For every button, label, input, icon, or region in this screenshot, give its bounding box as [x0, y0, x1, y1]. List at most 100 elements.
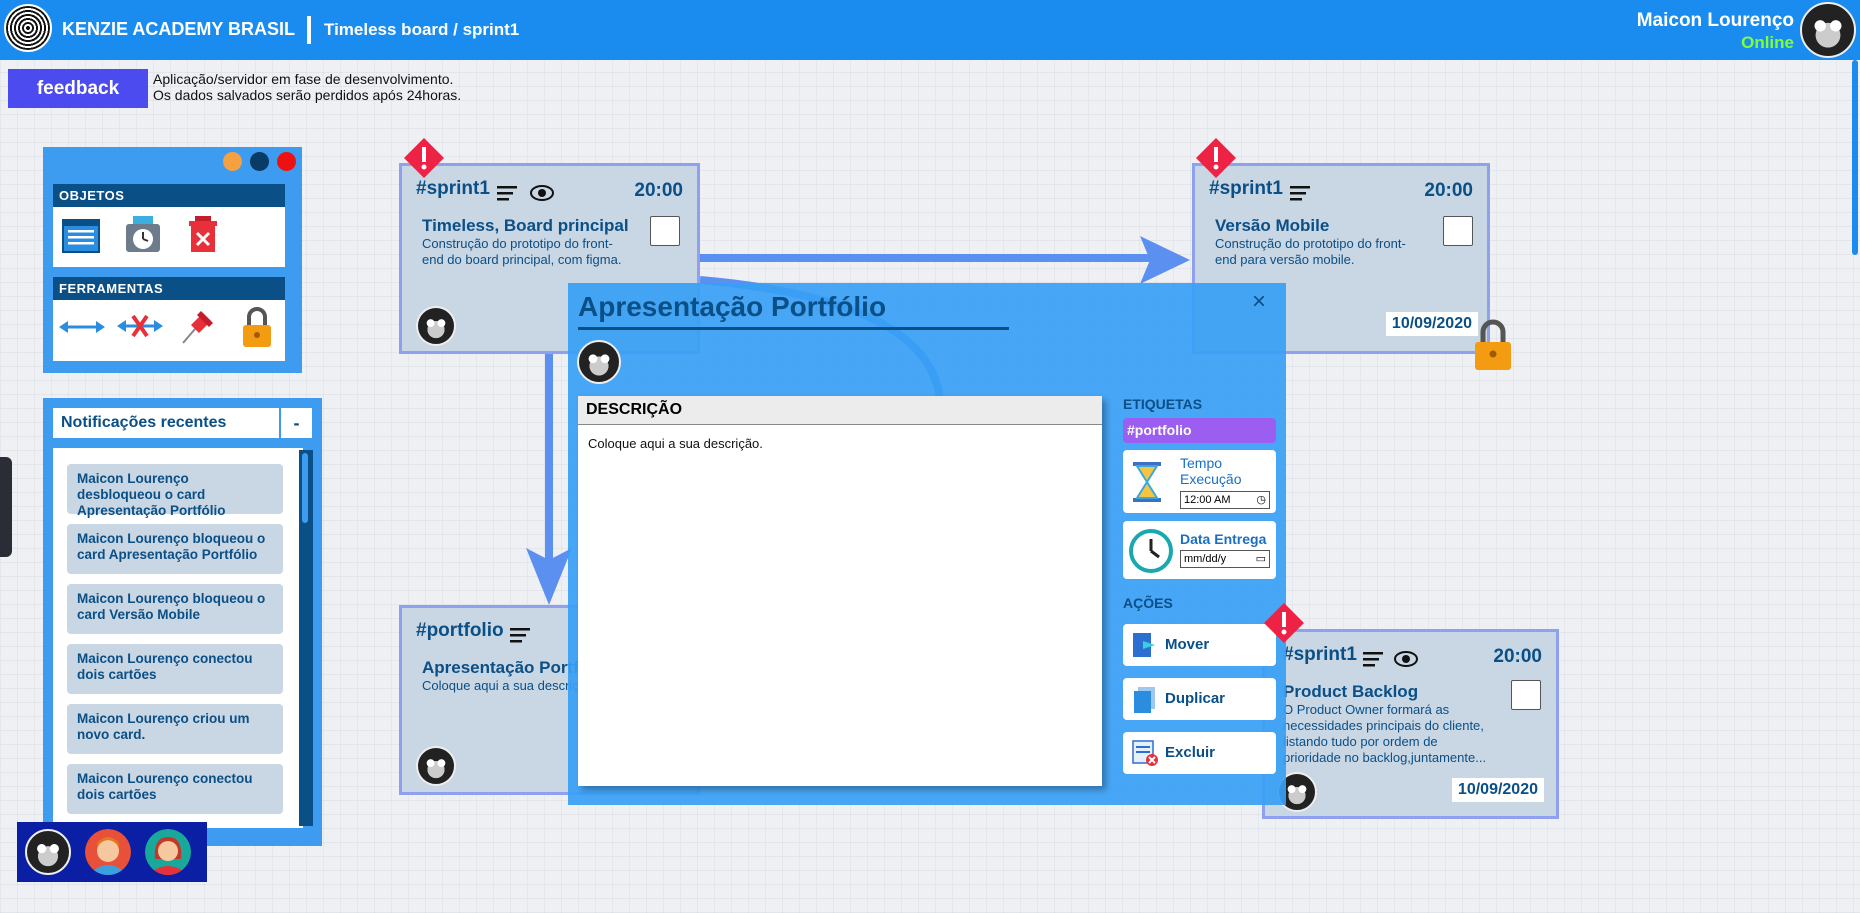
delivery-date-label: Data Entrega [1180, 531, 1267, 547]
card-checkbox[interactable] [650, 216, 680, 246]
warning-icon [1264, 603, 1304, 643]
modal-tag[interactable]: #portfolio [1123, 418, 1276, 443]
card-tag: #sprint1 [1209, 178, 1283, 199]
notification-item[interactable]: Maicon Lourenço criou um novo card. [67, 704, 283, 754]
disconnect-arrow-icon[interactable] [117, 311, 163, 341]
card-detail-modal: Apresentação Portfólio × DESCRIÇÃO Coloq… [568, 283, 1286, 805]
hourglass-icon [1133, 462, 1161, 502]
page-scrollbar[interactable] [1852, 60, 1858, 255]
card-date: 10/09/2020 [1385, 312, 1478, 336]
menu-lines-icon[interactable] [1290, 184, 1312, 202]
card-description-line: necessidades principais do cliente, [1283, 718, 1484, 733]
modal-title[interactable]: Apresentação Portfólio [578, 291, 886, 323]
notification-item[interactable]: Maicon Lourenço desbloqueou o card Apres… [67, 464, 283, 518]
member-avatar-woman[interactable] [145, 829, 191, 875]
lock-icon[interactable] [237, 305, 277, 349]
notifications-title: Notificações recentes [53, 408, 279, 438]
card-tag: #portfolio [416, 620, 504, 641]
notification-item[interactable]: Maicon Lourenço bloqueou o card Apresent… [67, 524, 283, 574]
card-description-line: O Product Owner formará as [1283, 702, 1450, 717]
notification-item[interactable]: Maicon Lourenço conectou dois cartões [67, 644, 283, 694]
delete-button[interactable]: Excluir [1123, 732, 1276, 774]
modal-close-button[interactable]: × [1246, 287, 1272, 317]
card-time: 20:00 [1493, 646, 1542, 667]
notifications-minimize-button[interactable]: - [281, 408, 312, 438]
calendar-icon[interactable]: ▭ [1256, 551, 1266, 567]
card-owner-avatar [416, 746, 456, 786]
clock-small-icon[interactable]: ◷ [1256, 492, 1266, 508]
card-product-backlog[interactable]: #sprint1 20:00 Product Backlog O Product… [1262, 629, 1559, 819]
tools-section: FERRAMENTAS [53, 277, 285, 361]
connect-arrow-icon[interactable] [59, 315, 105, 339]
card-checkbox[interactable] [1511, 680, 1541, 710]
menu-lines-icon[interactable] [1363, 650, 1385, 668]
card-title: Timeless, Board principal [422, 216, 629, 235]
exec-time-value: 12:00 AM [1184, 494, 1231, 506]
exec-time-input[interactable]: 12:00 AM ◷ [1180, 491, 1270, 509]
modal-owner-avatar [577, 340, 621, 384]
description-box[interactable]: DESCRIÇÃO Coloque aqui a sua descrição. [578, 396, 1102, 786]
card-description-line: end do board principal, com figma. [422, 252, 622, 267]
exec-time-label-line: Execução [1180, 471, 1242, 487]
card-tag: #sprint1 [416, 178, 490, 199]
members-bar [17, 822, 207, 882]
card-time: 20:00 [1424, 180, 1473, 201]
objects-section: OBJETOS [53, 184, 285, 267]
card-description-line: Construção do prototipo do front- [422, 236, 613, 251]
card-description-line: listando tudo por ordem de [1283, 734, 1438, 749]
tools-title: FERRAMENTAS [53, 277, 285, 300]
tool-panel: OBJETOS FERRAMENTAS [43, 147, 302, 373]
warning-icon [404, 138, 444, 178]
notification-item[interactable]: Maicon Lourenço conectou dois cartões [67, 764, 283, 814]
modal-title-underline [578, 327, 1009, 330]
menu-lines-icon[interactable] [510, 626, 532, 644]
minimize-dot-icon[interactable] [223, 152, 242, 171]
card-description-line: Construção do prototipo do front- [1215, 236, 1406, 251]
card-description: Construção do prototipo do front- end do… [422, 236, 621, 268]
member-avatar-man[interactable] [85, 829, 131, 875]
eye-icon[interactable] [529, 183, 555, 203]
move-button[interactable]: Mover [1123, 624, 1276, 666]
notification-item[interactable]: Maicon Lourenço bloqueou o card Versão M… [67, 584, 283, 634]
card-lock-icon[interactable] [1472, 318, 1514, 372]
close-dot-icon[interactable] [277, 152, 296, 171]
card-owner-avatar [416, 306, 456, 346]
duplicate-button[interactable]: Duplicar [1123, 678, 1276, 720]
notifications-list[interactable]: Maicon Lourenço desbloqueou o card Apres… [53, 448, 303, 828]
warning-icon [1196, 138, 1236, 178]
menu-lines-icon[interactable] [497, 184, 519, 202]
window-icon[interactable] [61, 216, 101, 256]
description-header: DESCRIÇÃO [578, 396, 1102, 425]
trash-icon[interactable] [183, 214, 223, 256]
duplicate-label: Duplicar [1165, 690, 1226, 707]
card-description-line: prioridade no backlog,juntamente... [1283, 750, 1487, 765]
actions-title: AÇÕES [1123, 595, 1173, 611]
delivery-date-box: Data Entrega mm/dd/y ▭ [1123, 521, 1276, 579]
card-description: Construção do prototipo do front- end pa… [1215, 236, 1406, 268]
exec-time-label: Tempo Execução [1180, 455, 1241, 487]
card-title: Versão Mobile [1215, 216, 1330, 235]
member-avatar-skull[interactable] [25, 829, 71, 875]
card-title: Product Backlog [1283, 682, 1419, 701]
move-icon [1133, 633, 1155, 657]
delivery-date-value: mm/dd/y [1184, 553, 1227, 565]
card-tag: #sprint1 [1283, 644, 1357, 665]
eye-icon[interactable] [1393, 649, 1419, 669]
maximize-dot-icon[interactable] [250, 152, 269, 171]
delivery-date-input[interactable]: mm/dd/y ▭ [1180, 550, 1270, 568]
duplicate-icon [1134, 687, 1155, 713]
card-time: 20:00 [634, 180, 683, 201]
description-text[interactable]: Coloque aqui a sua descrição. [578, 425, 1102, 462]
card-description: O Product Owner formará as necessidades … [1283, 702, 1486, 766]
exec-time-label-line: Tempo [1180, 455, 1223, 471]
move-label: Mover [1165, 636, 1210, 653]
side-drawer-tab[interactable] [0, 457, 12, 557]
labels-title: ETIQUETAS [1123, 396, 1203, 412]
clock-box-icon[interactable] [123, 214, 163, 256]
pin-icon[interactable] [177, 307, 217, 347]
card-checkbox[interactable] [1443, 216, 1473, 246]
clock-icon [1129, 529, 1173, 573]
delete-label: Excluir [1165, 744, 1216, 761]
notifications-panel: Notificações recentes - Maicon Lourenço … [43, 398, 322, 846]
notifications-scroll-thumb[interactable] [302, 453, 308, 523]
